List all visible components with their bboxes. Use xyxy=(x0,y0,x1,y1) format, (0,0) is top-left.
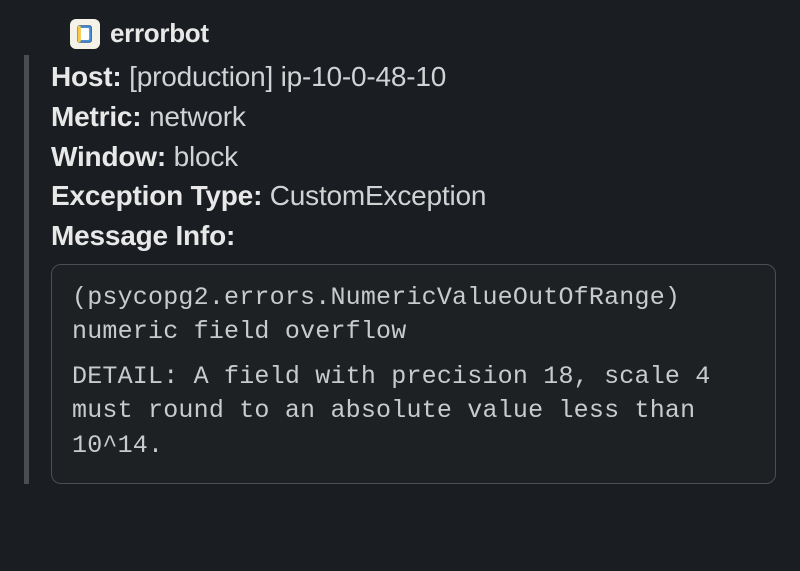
field-value: block xyxy=(174,141,238,172)
code-block: (psycopg2.errors.NumericValueOutOfRange)… xyxy=(51,264,776,485)
bot-name[interactable]: errorbot xyxy=(110,18,209,49)
bot-avatar[interactable] xyxy=(70,19,100,49)
field-host: Host: [production] ip-10-0-48-10 xyxy=(51,57,776,97)
code-line: DETAIL: A field with precision 18, scale… xyxy=(72,360,755,464)
notebook-icon xyxy=(74,23,96,45)
field-value: network xyxy=(149,101,246,132)
field-value: CustomException xyxy=(270,180,486,211)
field-label: Exception Type: xyxy=(51,180,262,211)
message-header: errorbot xyxy=(70,18,776,49)
field-label: Message Info: xyxy=(51,220,235,251)
field-label: Host: xyxy=(51,61,122,92)
field-message-info: Message Info: xyxy=(51,216,776,256)
message-attachment: Host: [production] ip-10-0-48-10 Metric:… xyxy=(24,55,776,484)
field-exception: Exception Type: CustomException xyxy=(51,176,776,216)
field-window: Window: block xyxy=(51,137,776,177)
field-label: Window: xyxy=(51,141,166,172)
code-line: (psycopg2.errors.NumericValueOutOfRange)… xyxy=(72,281,755,350)
slack-message: errorbot Host: [production] ip-10-0-48-1… xyxy=(24,18,776,484)
field-metric: Metric: network xyxy=(51,97,776,137)
field-label: Metric: xyxy=(51,101,141,132)
field-value: [production] ip-10-0-48-10 xyxy=(129,61,446,92)
